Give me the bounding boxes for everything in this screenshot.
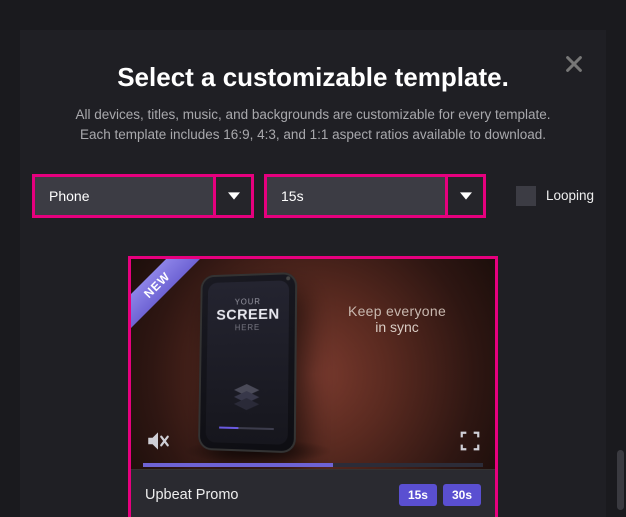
template-modal: Select a customizable template. All devi… xyxy=(20,30,606,517)
fullscreen-icon[interactable] xyxy=(459,430,481,457)
template-tagline: Keep everyone in sync xyxy=(327,303,467,335)
mute-icon[interactable] xyxy=(145,428,171,459)
looping-toggle[interactable]: Looping xyxy=(516,186,594,206)
template-card[interactable]: NEW YOUR SCREEN HERE xyxy=(128,256,498,517)
device-filter-caret[interactable] xyxy=(213,177,251,215)
duration-chip-30s[interactable]: 30s xyxy=(443,484,481,506)
preview-progress-fill xyxy=(143,463,333,467)
app-root: Select a customizable template. All devi… xyxy=(0,0,626,517)
template-thumbnail[interactable]: NEW YOUR SCREEN HERE xyxy=(131,259,495,469)
duration-chip-group: 15s 30s xyxy=(399,484,481,506)
device-filter-input[interactable] xyxy=(35,177,213,215)
phone-mockup: YOUR SCREEN HERE xyxy=(198,271,297,452)
tagline-line-2: in sync xyxy=(327,319,467,335)
mock-screen: SCREEN xyxy=(216,305,280,323)
tagline-line-1: Keep everyone xyxy=(327,303,467,319)
looping-label: Looping xyxy=(546,188,594,203)
mock-here: HERE xyxy=(235,322,260,331)
subtitle-line-2: Each template includes 16:9, 4:3, and 1:… xyxy=(80,127,546,142)
phone-mock-screen: YOUR SCREEN HERE xyxy=(206,280,290,445)
duration-filter-input[interactable] xyxy=(267,177,445,215)
duration-filter[interactable] xyxy=(264,174,486,218)
filters-row: Looping xyxy=(20,174,606,218)
modal-subtitle: All devices, titles, music, and backgrou… xyxy=(20,105,606,146)
subtitle-line-1: All devices, titles, music, and backgrou… xyxy=(76,107,551,122)
template-grid: NEW YOUR SCREEN HERE xyxy=(20,256,606,517)
duration-chip-15s[interactable]: 15s xyxy=(399,484,437,506)
template-name: Upbeat Promo xyxy=(145,487,239,503)
new-badge: NEW xyxy=(131,259,208,336)
close-icon[interactable] xyxy=(560,50,588,78)
template-card-footer: Upbeat Promo 15s 30s xyxy=(131,469,495,517)
looping-checkbox[interactable] xyxy=(516,186,536,206)
mock-your: YOUR xyxy=(235,297,261,307)
preview-progress-track[interactable] xyxy=(143,463,483,467)
modal-title: Select a customizable template. xyxy=(20,30,606,93)
layers-icon xyxy=(227,375,266,421)
duration-filter-caret[interactable] xyxy=(445,177,483,215)
scrollbar-thumb[interactable] xyxy=(617,450,624,510)
preview-controls xyxy=(145,428,481,459)
device-filter[interactable] xyxy=(32,174,254,218)
